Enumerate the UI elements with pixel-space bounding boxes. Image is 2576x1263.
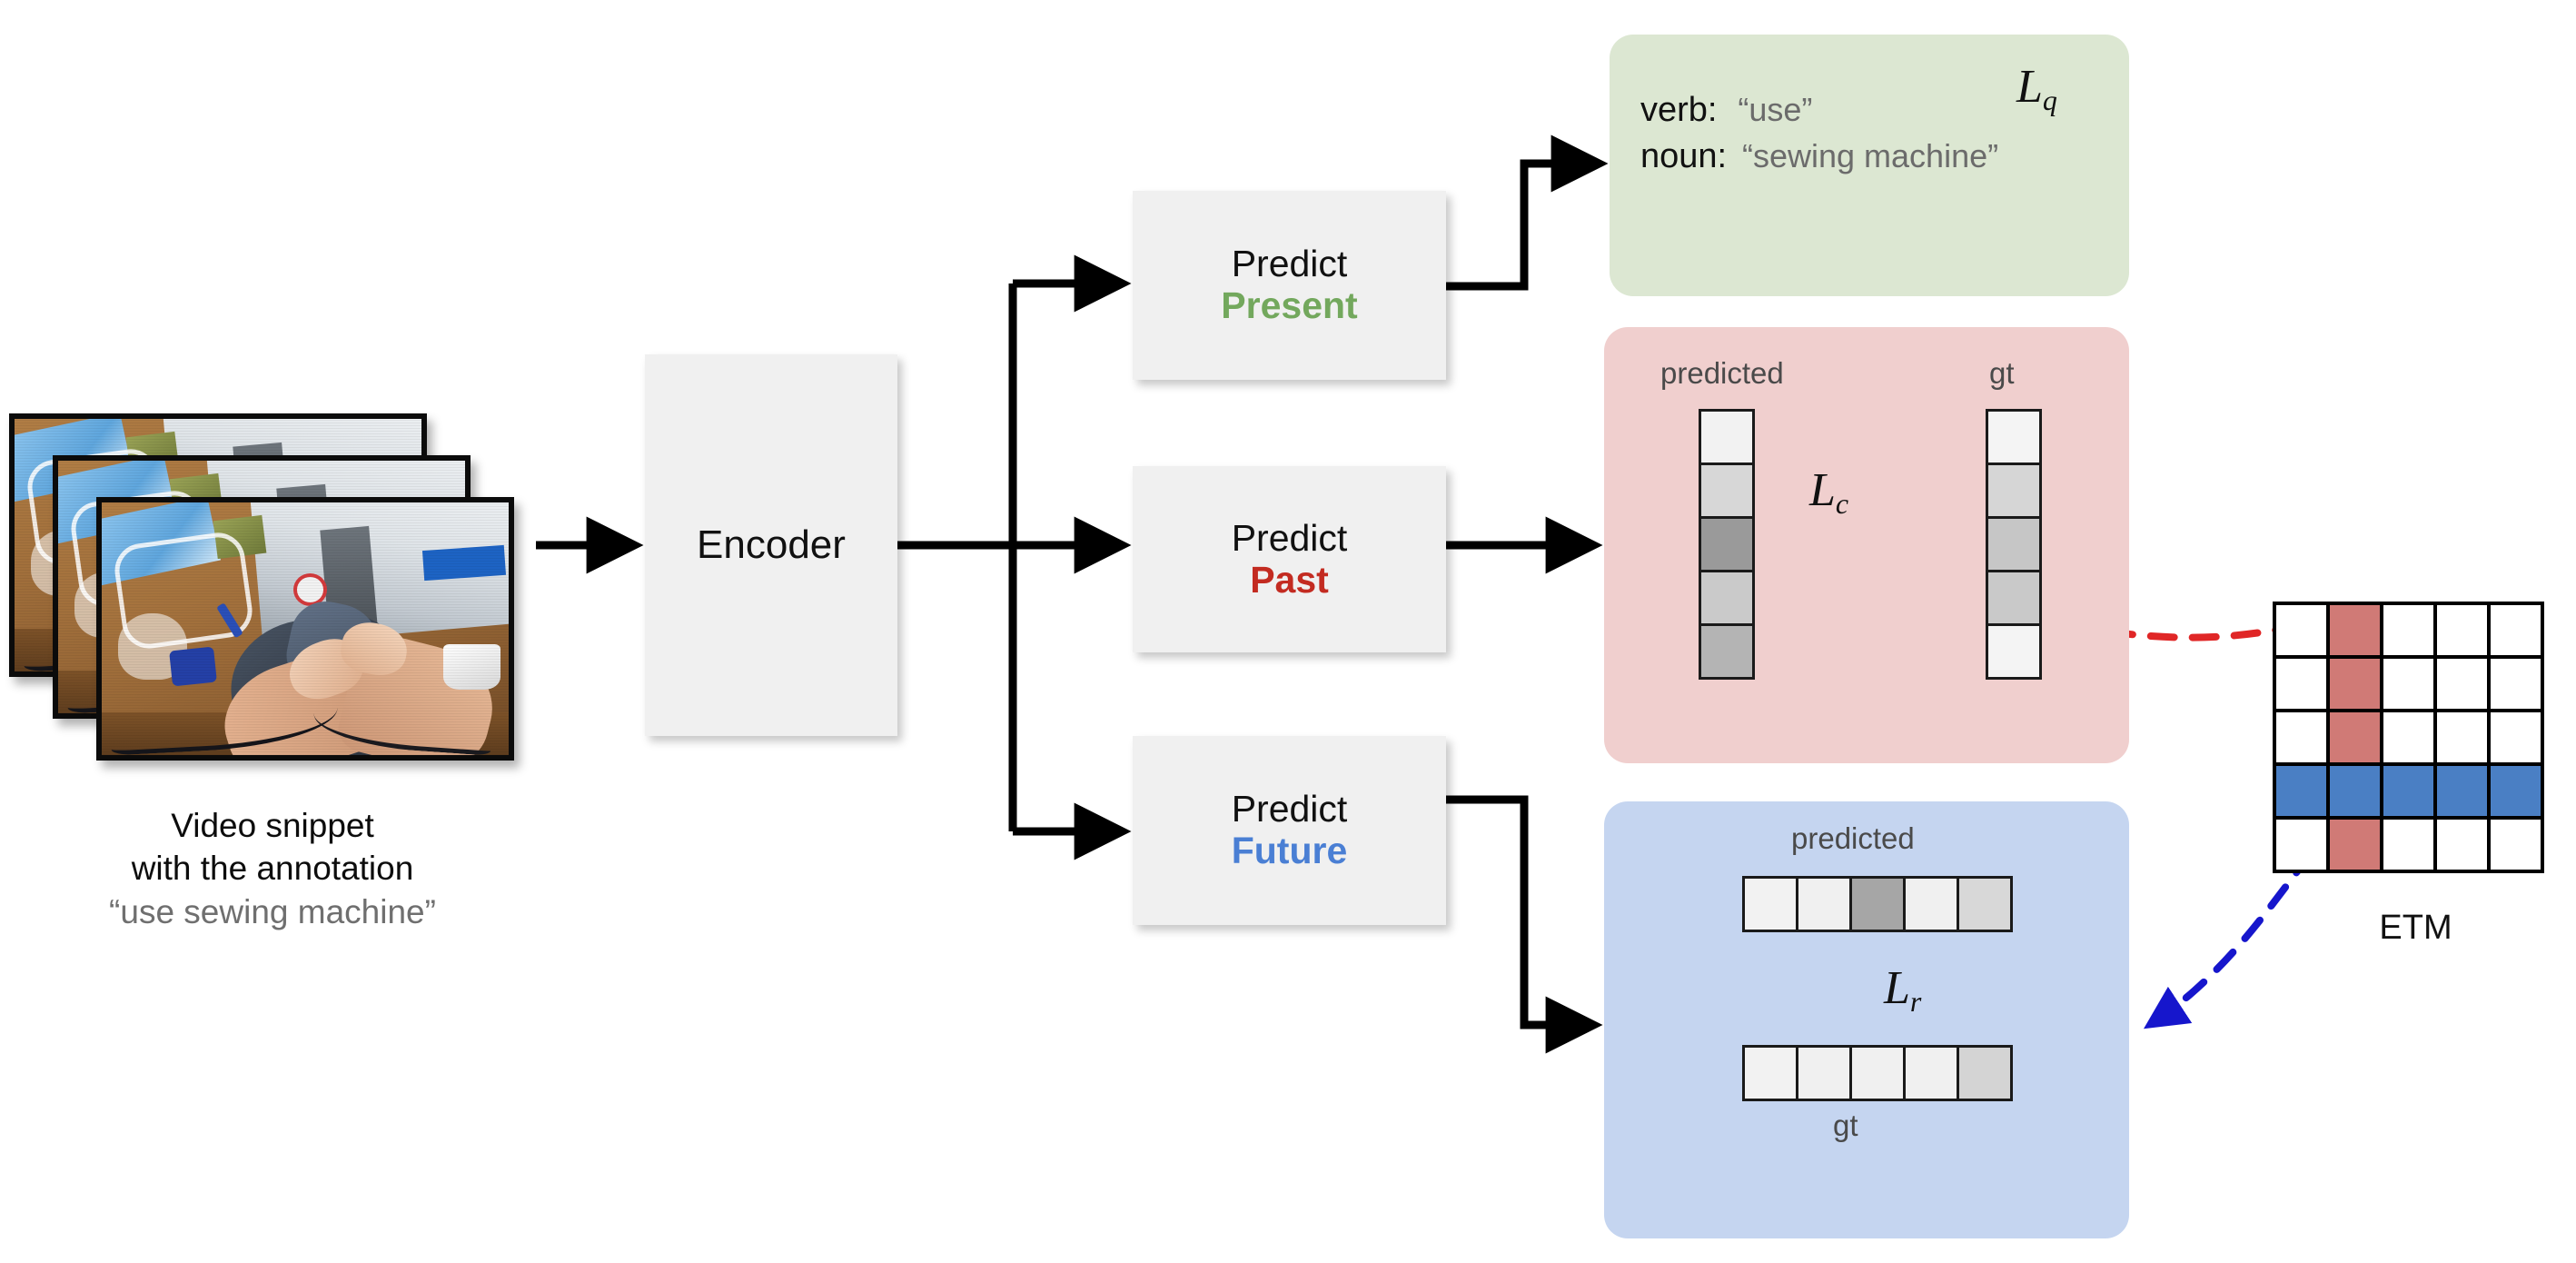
present-prediction-text: verb: “use” noun: “sewing machine” <box>1640 87 1998 181</box>
etm-cell[interactable] <box>2273 602 2330 659</box>
future-gt-cell <box>1742 1045 1798 1101</box>
video-caption-line2: with the annotation <box>131 850 414 888</box>
past-gt-label: gt <box>1989 356 2015 390</box>
etm-row <box>2273 762 2544 820</box>
past-gt-cell <box>1986 570 2042 626</box>
future-gt-cell <box>1849 1045 1906 1101</box>
video-caption-annotation: “use sewing machine” <box>109 892 436 930</box>
past-gt-cell <box>1986 623 2042 680</box>
future-gt-cell <box>1796 1045 1852 1101</box>
loss-lc-subscript: c <box>1835 486 1849 520</box>
loss-lc: Lc <box>1809 463 1848 521</box>
future-predicted-label: predicted <box>1791 821 1915 855</box>
loss-lr-subscript: r <box>1909 984 1922 1018</box>
etm-cell[interactable] <box>2433 655 2491 712</box>
etm-label: ETM <box>2379 909 2452 947</box>
past-gt-cell <box>1986 516 2042 572</box>
video-caption: Video snippet with the annotation “use s… <box>0 804 545 933</box>
etm-cell[interactable] <box>2273 816 2330 873</box>
etm-cell[interactable] <box>2487 709 2544 766</box>
etm-cell[interactable] <box>2326 602 2383 659</box>
etm-row <box>2273 816 2544 873</box>
future-predicted-cell <box>1796 876 1852 932</box>
future-gt-vector <box>1742 1045 2013 1101</box>
present-output-panel: verb: “use” noun: “sewing machine” Lq <box>1610 35 2129 296</box>
etm-cell[interactable] <box>2380 655 2437 712</box>
etm-cell[interactable] <box>2433 762 2491 820</box>
loss-lr-symbol: L <box>1884 962 1910 1014</box>
past-predicted-cell <box>1699 462 1755 519</box>
predict-past-box[interactable]: Predict Past <box>1133 466 1446 652</box>
etm-cell[interactable] <box>2326 762 2383 820</box>
etm-cell[interactable] <box>2326 816 2383 873</box>
loss-lq: Lq <box>2016 60 2057 117</box>
loss-lq-subscript: q <box>2042 83 2057 116</box>
etm-cell[interactable] <box>2487 816 2544 873</box>
past-predicted-label: predicted <box>1660 356 1784 390</box>
etm-cell[interactable] <box>2326 709 2383 766</box>
past-predicted-cell <box>1699 516 1755 572</box>
etm-cell[interactable] <box>2433 602 2491 659</box>
past-predicted-vector <box>1699 409 1755 680</box>
past-predicted-cell <box>1699 570 1755 626</box>
past-gt-cell <box>1986 409 2042 465</box>
future-gt-cell <box>1957 1045 2013 1101</box>
etm-cell[interactable] <box>2433 816 2491 873</box>
future-predicted-cell <box>1957 876 2013 932</box>
past-gt-vector <box>1986 409 2042 680</box>
past-gt-cell <box>1986 462 2042 519</box>
etm-cell[interactable] <box>2487 655 2544 712</box>
etm-cell[interactable] <box>2380 602 2437 659</box>
loss-lr: Lr <box>1884 961 1921 1019</box>
verb-key: verb: <box>1640 91 1718 129</box>
etm-row <box>2273 602 2544 659</box>
future-predicted-cell <box>1849 876 1906 932</box>
etm-cell[interactable] <box>2273 709 2330 766</box>
etm-cell[interactable] <box>2273 762 2330 820</box>
etm-cell[interactable] <box>2433 709 2491 766</box>
predict-future-box[interactable]: Predict Future <box>1133 736 1446 925</box>
predict-present-line2: Present <box>1221 284 1358 326</box>
predict-future-line2: Future <box>1231 830 1348 871</box>
etm-row <box>2273 655 2544 712</box>
predict-future-line1: Predict <box>1231 788 1348 830</box>
etm-cell[interactable] <box>2380 816 2437 873</box>
etm-cell[interactable] <box>2273 655 2330 712</box>
etm-cell[interactable] <box>2326 655 2383 712</box>
etm-cell[interactable] <box>2380 709 2437 766</box>
etm-cell[interactable] <box>2380 762 2437 820</box>
etm-cell[interactable] <box>2487 602 2544 659</box>
predict-present-line1: Predict <box>1231 243 1348 285</box>
future-output-panel: predicted gt Lr <box>1604 801 2129 1238</box>
predict-present-box[interactable]: Predict Present <box>1133 191 1446 380</box>
noun-key: noun: <box>1640 137 1728 176</box>
encoder-box[interactable]: Encoder <box>645 354 897 736</box>
video-frame <box>96 497 514 761</box>
past-predicted-cell <box>1699 409 1755 465</box>
future-gt-label: gt <box>1833 1109 1858 1142</box>
etm-row <box>2273 709 2544 766</box>
future-predicted-cell <box>1742 876 1798 932</box>
noun-value: “sewing machine” <box>1742 137 1999 175</box>
loss-lq-symbol: L <box>2016 61 2043 113</box>
etm-matrix[interactable] <box>2273 602 2544 873</box>
predict-past-line2: Past <box>1250 558 1329 601</box>
past-output-panel: predicted gt Lc <box>1604 327 2129 763</box>
future-gt-cell <box>1903 1045 1959 1101</box>
encoder-label: Encoder <box>697 522 846 567</box>
video-caption-line1: Video snippet <box>171 807 374 844</box>
predict-past-line1: Predict <box>1231 516 1348 559</box>
past-predicted-cell <box>1699 623 1755 680</box>
loss-lc-symbol: L <box>1809 464 1836 516</box>
future-predicted-cell <box>1903 876 1959 932</box>
verb-value: “use” <box>1738 91 1813 128</box>
video-snippet-stack <box>9 413 518 795</box>
future-predicted-vector <box>1742 876 2013 932</box>
etm-cell[interactable] <box>2487 762 2544 820</box>
